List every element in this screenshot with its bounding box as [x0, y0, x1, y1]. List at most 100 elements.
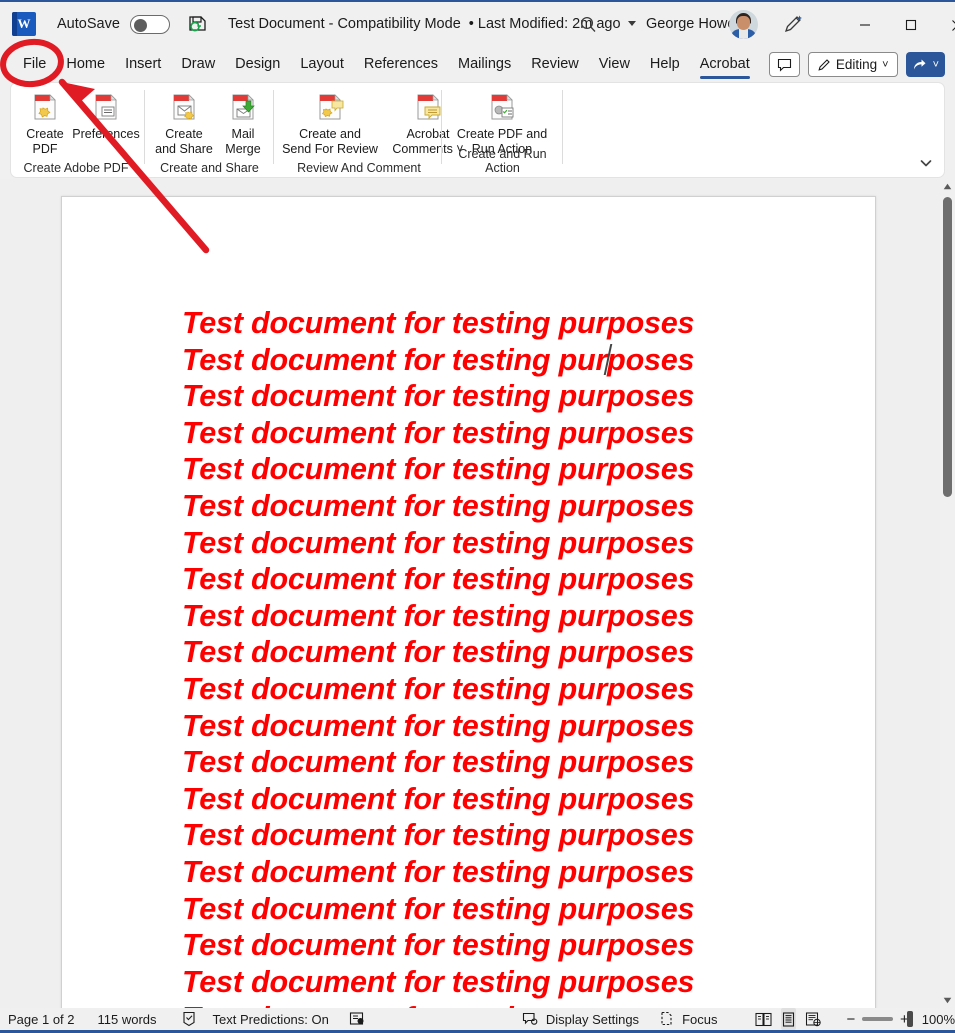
- proofing-icon[interactable]: [181, 1010, 197, 1028]
- ribbon-group-review-and-comment: Create and Send For Review Acrobat Comme…: [276, 83, 464, 179]
- autosave-label: AutoSave: [57, 16, 120, 32]
- document-line: Test document for testing purposes: [182, 452, 695, 487]
- autosave-toggle[interactable]: [129, 14, 170, 34]
- search-icon[interactable]: [576, 13, 602, 37]
- avatar-shirt: [739, 29, 748, 39]
- word-count-label: 115 words: [97, 1011, 157, 1027]
- document-title[interactable]: Test Document - Compatibility Mode • Last M…: [228, 16, 636, 32]
- maximize-button[interactable]: [888, 10, 934, 40]
- document-line: Test document for testing purposes: [182, 379, 695, 414]
- focus-button[interactable]: Focus: [657, 1010, 717, 1028]
- page-indicator[interactable]: Page 1 of 2: [8, 1012, 75, 1027]
- create-pdf-button[interactable]: Create PDF: [17, 88, 73, 157]
- zoom-out-button[interactable]: −: [846, 1010, 855, 1028]
- create-pdf-icon: [28, 90, 62, 124]
- ribbon-group-label-create-adobe-pdf: Create Adobe PDF: [23, 161, 129, 175]
- chevron-down-icon[interactable]: [627, 21, 636, 26]
- scroll-up-arrow-icon[interactable]: [940, 179, 955, 194]
- pen-icon[interactable]: [780, 13, 806, 37]
- ribbon-right-tools: Editing ˅ ˅: [768, 52, 945, 77]
- chevron-down-icon: ˅: [882, 58, 889, 71]
- ribbon-group-create-and-run-action: Create PDF and Run Action Create and Run…: [444, 83, 561, 179]
- document-canvas[interactable]: Test document for testing purposes Test d…: [0, 179, 940, 1008]
- vertical-scrollbar[interactable]: [940, 179, 955, 1008]
- create-and-share-button[interactable]: Create and Share: [152, 88, 216, 157]
- document-line: Test document for testing purposes: [182, 891, 695, 926]
- ribbon-group-label-create-and-share: Create and Share: [160, 161, 259, 175]
- create-and-send-for-review-button[interactable]: Create and Send For Review: [276, 88, 384, 157]
- save-icon[interactable]: [187, 13, 209, 35]
- ribbon-group-label-create-and-run-action: Create and Run Action: [458, 147, 547, 175]
- focus-icon: [657, 1010, 676, 1028]
- comment-icon: [777, 58, 791, 72]
- tab-references[interactable]: References: [355, 51, 447, 78]
- mail-merge-icon: [226, 90, 260, 124]
- tab-design[interactable]: Design: [226, 51, 289, 78]
- preferences-button[interactable]: Preferences: [72, 88, 140, 142]
- preferences-label: Preferences: [72, 127, 140, 141]
- tab-review[interactable]: Review: [522, 51, 588, 78]
- editing-mode-label: Editing: [835, 57, 878, 72]
- title-dash: -: [328, 16, 334, 32]
- avatar-face: [737, 16, 750, 30]
- document-line: Test document for testing purposes: [182, 562, 695, 597]
- status-bar: Page 1 of 2 115 words Text Predictions: …: [0, 1008, 955, 1033]
- tab-file[interactable]: File: [14, 51, 55, 78]
- ribbon-collapse-chevron-down-icon[interactable]: [918, 155, 934, 171]
- document-line: Test document for testing purposes: [182, 818, 695, 853]
- view-read-mode-button[interactable]: [755, 1008, 772, 1030]
- word-count[interactable]: 115 words: [98, 1012, 157, 1027]
- document-page[interactable]: Test document for testing purposes Test d…: [61, 196, 876, 1008]
- tab-mailings[interactable]: Mailings: [449, 51, 520, 78]
- view-print-layout-button[interactable]: [781, 1008, 797, 1030]
- tab-help[interactable]: Help: [641, 51, 689, 78]
- ribbon-group-separator: [562, 90, 563, 164]
- comments-button[interactable]: [768, 52, 800, 77]
- document-line: Test document for testing purposes: [182, 671, 695, 706]
- document-line: Test document for testing purposes: [182, 342, 695, 377]
- ribbon-group-separator: [273, 90, 274, 164]
- accessibility-icon[interactable]: [349, 1010, 366, 1028]
- zoom-slider[interactable]: [862, 1011, 914, 1027]
- create-pdf-label: Create PDF: [26, 127, 64, 156]
- document-line: Test document for testing purposes: [182, 708, 695, 743]
- document-line: Test document for testing purposes: [182, 745, 695, 780]
- pencil-icon: [818, 58, 830, 71]
- preferences-icon: [89, 90, 123, 124]
- text-predictions[interactable]: Text Predictions: On: [213, 1012, 329, 1027]
- send-for-review-icon: [313, 90, 347, 124]
- page-indicator-label: Page 1 of 2: [8, 1011, 75, 1027]
- tab-draw[interactable]: Draw: [172, 51, 224, 78]
- tab-insert[interactable]: Insert: [116, 51, 170, 78]
- user-name-label[interactable]: George Howe: [646, 16, 735, 32]
- display-settings-button[interactable]: Display Settings: [521, 1010, 639, 1028]
- avatar[interactable]: [729, 10, 758, 39]
- document-line: Test document for testing purposes: [182, 525, 695, 560]
- tab-home[interactable]: Home: [57, 51, 114, 78]
- zoom-slider-thumb[interactable]: [907, 1011, 914, 1027]
- document-line: Test document for testing purposes: [182, 635, 695, 670]
- view-web-layout-button[interactable]: [805, 1008, 822, 1030]
- mail-merge-button[interactable]: Mail Merge: [218, 88, 268, 157]
- close-button[interactable]: [934, 10, 955, 40]
- vertical-scrollbar-thumb[interactable]: [943, 197, 952, 497]
- tab-acrobat[interactable]: Acrobat: [691, 51, 759, 79]
- document-line: Test document for testing purposes: [182, 964, 695, 999]
- ribbon-tab-strip: File Home Insert Draw Design Layout Refe…: [0, 46, 955, 82]
- ribbon-group-separator: [144, 90, 145, 164]
- document-text-block[interactable]: Test document for testing purposes Test d…: [182, 305, 822, 1008]
- share-button[interactable]: ˅: [905, 52, 945, 77]
- document-name: Test Document: [227, 16, 325, 32]
- minimize-button[interactable]: [842, 10, 888, 40]
- create-and-share-label: Create and Share: [155, 127, 213, 156]
- title-bullet: •: [468, 16, 474, 32]
- tab-layout[interactable]: Layout: [291, 51, 353, 78]
- chevron-down-icon: ˅: [932, 58, 939, 71]
- document-line: Test document for testing purposes: [182, 854, 695, 889]
- zoom-level[interactable]: 100%: [922, 1012, 955, 1027]
- scroll-down-arrow-icon[interactable]: [940, 993, 955, 1008]
- word-logo-icon: W: [12, 12, 36, 36]
- editing-mode-button[interactable]: Editing ˅: [807, 52, 898, 77]
- tab-view[interactable]: View: [590, 51, 639, 78]
- focus-label: Focus: [682, 1011, 718, 1027]
